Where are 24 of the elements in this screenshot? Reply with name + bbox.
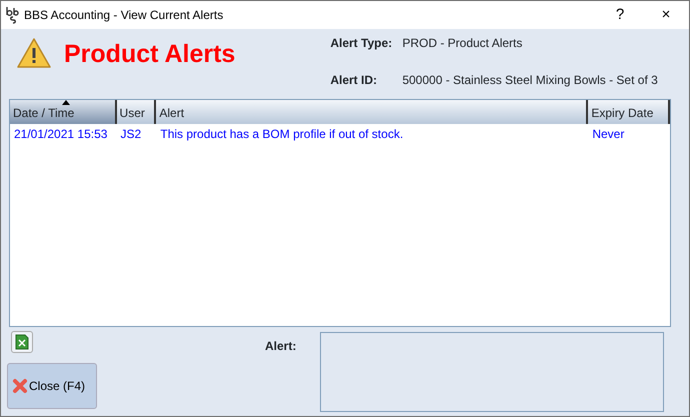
column-header[interactable]: Date / Time [10, 100, 117, 124]
spreadsheet-icon [14, 334, 30, 350]
close-button[interactable]: × [643, 4, 689, 26]
warning-icon [16, 37, 52, 69]
window-title: BBS Accounting - View Current Alerts [24, 7, 224, 24]
close-icon [12, 378, 28, 394]
field-value: PROD - Product Alerts [402, 35, 524, 52]
export-button[interactable] [11, 331, 33, 353]
table-cell-text: Never [591, 126, 626, 141]
sort-arrow-icon [62, 100, 70, 105]
field-label: Alert Type: [330, 35, 394, 52]
alert-label: Alert: [265, 338, 298, 355]
logo-icon [5, 6, 19, 24]
column-header[interactable]: Expiry Date [588, 100, 670, 124]
field-value: 500000 - Stainless Steel Mixing Bowls - Set of 3 [402, 72, 658, 88]
column-header[interactable]: User [116, 100, 156, 124]
close-button[interactable]: Close (F4) [7, 363, 97, 409]
table-cell-text: 21/01/2021 15:53 [13, 126, 108, 141]
page-heading: Product Alerts [64, 39, 236, 70]
column-header[interactable]: Alert [156, 100, 588, 124]
table-cell-text: This product has a BOM profile if out of stock. [159, 126, 404, 141]
field-label: Alert ID: [330, 72, 378, 88]
table-cell-text: JS2 [120, 126, 142, 141]
help-button[interactable]: ? [597, 4, 643, 26]
